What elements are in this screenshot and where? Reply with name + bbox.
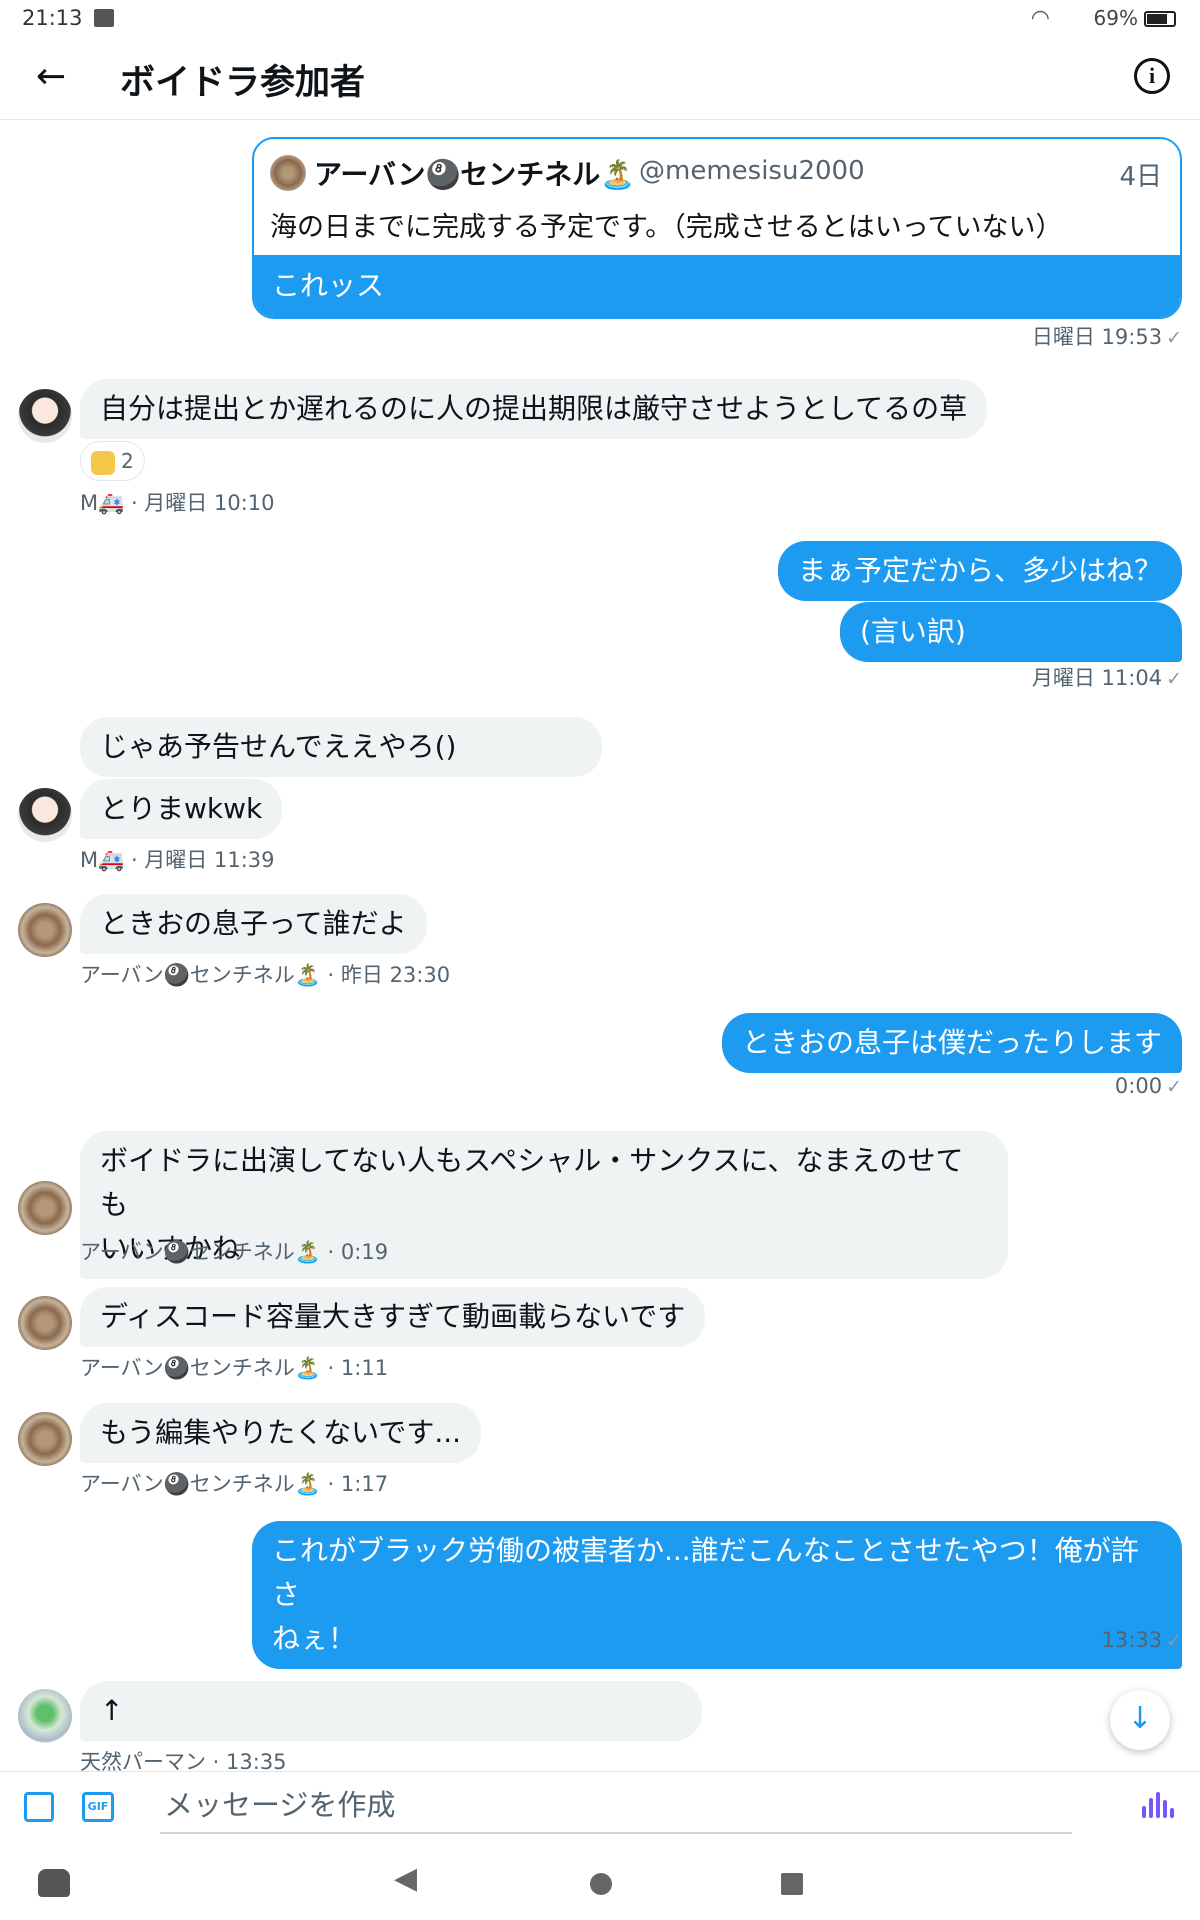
battery-icon	[1144, 11, 1176, 27]
reaction-badge[interactable]: 2	[80, 441, 145, 481]
message-bubble[interactable]: 自分は提出とか遅れるのに人の提出期限は厳守させようとしてるの草	[80, 379, 988, 439]
quoted-tweet-card[interactable]: アーバン🎱センチネル🏝️ @memesisu2000 4日 海の日までに完成する…	[252, 137, 1182, 319]
message-bubble[interactable]: (言い訳)	[840, 602, 1182, 662]
read-check-icon: ✓	[1166, 1076, 1182, 1098]
message-meta: 13:33 ✓	[1102, 1628, 1182, 1652]
message-meta: 月曜日 11:04 ✓	[1032, 662, 1182, 692]
voice-message-icon[interactable]	[1140, 1790, 1176, 1824]
message-input[interactable]	[160, 1778, 1072, 1834]
message-line: これがブラック労働の被害者か...誰だこんなことさせたやつ！俺が許さ	[272, 1534, 1139, 1611]
quoted-author-handle: @memesisu2000	[639, 156, 865, 186]
message-composer: GIF	[0, 1771, 1200, 1843]
message-meta: アーバン🎱センチネル🏝️ · 0:19	[80, 1240, 389, 1264]
thumbs-up-icon	[91, 450, 115, 475]
message-timestamp: 13:33	[1101, 1628, 1163, 1652]
avatar[interactable]	[18, 1412, 72, 1466]
reaction-count: 2	[121, 449, 134, 473]
message-meta: アーバン🎱センチネル🏝️ · 1:11	[80, 1356, 389, 1380]
message-bubble[interactable]: ディスコード容量大きすぎて動画載らないです	[80, 1287, 706, 1347]
avatar[interactable]	[18, 1296, 72, 1350]
message-meta: アーバン🎱センチネル🏝️ · 昨日 23:30	[80, 963, 451, 987]
message-bubble[interactable]: ときおの息子は僕だったりします	[721, 1013, 1182, 1073]
nav-back-icon[interactable]: ◀	[394, 1861, 417, 1896]
message-timestamp: 0:00	[1114, 1074, 1163, 1098]
message-bubble[interactable]: まぁ予定だから、多少はね？	[777, 541, 1182, 601]
battery-percent: 69%	[1093, 6, 1138, 30]
message-meta: 0:00 ✓	[1115, 1074, 1182, 1098]
status-bar: 21:13 ◠ 69%	[0, 0, 1200, 40]
message-timestamp: 月曜日 11:04	[1031, 666, 1163, 690]
conversation-header: ← ボイドラ参加者 i	[0, 40, 1200, 120]
quote-comment: これッス	[254, 255, 1180, 317]
nav-home-icon[interactable]	[590, 1873, 612, 1895]
message-bubble[interactable]: とりまwkwk	[80, 779, 283, 839]
nav-recents-icon[interactable]	[781, 1873, 803, 1895]
avatar[interactable]	[18, 788, 72, 842]
read-check-icon: ✓	[1166, 1630, 1182, 1652]
scroll-to-bottom-button[interactable]: ↓	[1110, 1690, 1170, 1750]
info-icon[interactable]: i	[1134, 58, 1170, 94]
gallery-notification-icon	[94, 9, 114, 27]
home-shortcut-icon[interactable]	[38, 1869, 70, 1897]
read-check-icon: ✓	[1166, 668, 1182, 690]
read-check-icon: ✓	[1166, 327, 1182, 349]
message-bubble[interactable]: もう編集やりたくないです...	[80, 1403, 482, 1463]
wifi-icon: ◠	[1030, 6, 1050, 31]
quoted-tweet-date: 4日	[1119, 162, 1162, 192]
message-meta: M🚑 · 月曜日 10:10	[80, 491, 275, 515]
message-bubble[interactable]: じゃあ予告せんでええやろ()	[80, 717, 602, 777]
quoted-tweet-text: 海の日までに完成する予定です。（完成させるとはいっていない）	[270, 212, 1063, 243]
message-line: ねぇ！	[272, 1622, 357, 1655]
message-list[interactable]: アーバン🎱センチネル🏝️ @memesisu2000 4日 海の日までに完成する…	[0, 121, 1200, 1774]
message-bubble[interactable]: ↑	[80, 1681, 702, 1741]
system-navigation-bar: ◀	[0, 1843, 1200, 1920]
status-time: 21:13	[22, 6, 83, 30]
back-arrow-icon[interactable]: ←	[36, 56, 66, 97]
message-meta: M🚑 · 月曜日 11:39	[80, 848, 275, 872]
gif-icon[interactable]: GIF	[82, 1792, 114, 1822]
quoted-author-name: アーバン🎱センチネル🏝️	[314, 158, 636, 191]
message-timestamp: 日曜日 19:53	[1031, 325, 1163, 349]
message-bubble[interactable]: ときおの息子って誰だよ	[80, 894, 427, 954]
message-bubble[interactable]: これがブラック労働の被害者か...誰だこんなことさせたやつ！俺が許さ ねぇ！	[252, 1521, 1182, 1669]
avatar[interactable]	[18, 903, 72, 957]
avatar[interactable]	[18, 389, 72, 443]
conversation-title[interactable]: ボイドラ参加者	[120, 54, 365, 105]
quoted-author-avatar	[270, 155, 306, 191]
message-line: ボイドラに出演してない人もスペシャル・サンクスに、なまえのせても	[100, 1144, 964, 1221]
message-meta: アーバン🎱センチネル🏝️ · 1:17	[80, 1472, 389, 1496]
avatar[interactable]	[18, 1689, 72, 1743]
image-upload-icon[interactable]	[24, 1792, 54, 1822]
avatar[interactable]	[18, 1181, 72, 1235]
message-meta: 日曜日 19:53 ✓	[1032, 321, 1182, 351]
